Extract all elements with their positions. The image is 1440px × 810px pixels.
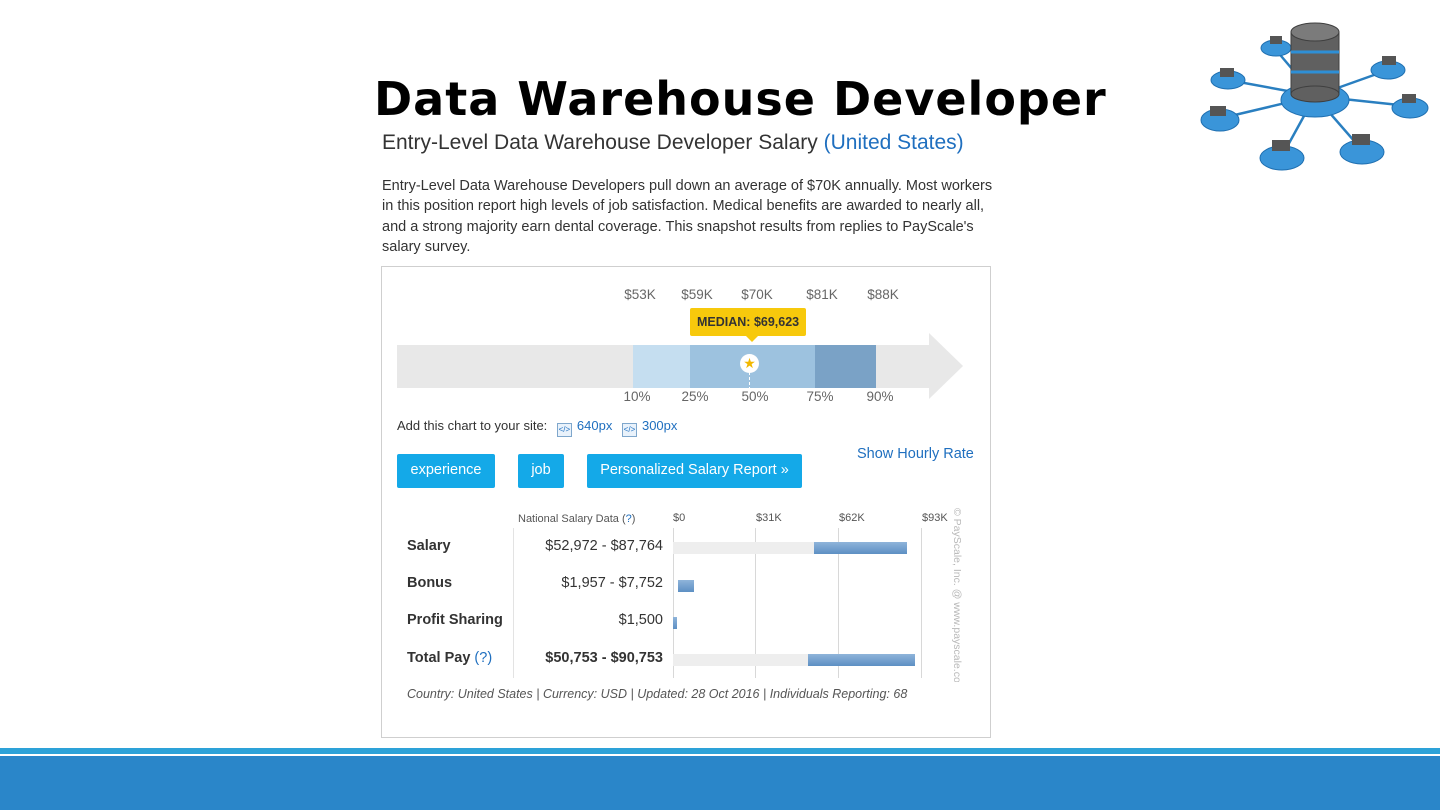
embed-300-link[interactable]: 300px: [642, 418, 677, 433]
database-network-icon: [1200, 22, 1429, 171]
range-bar-bonus: [678, 580, 694, 592]
axis-tick-0: $0: [673, 512, 686, 524]
grid-line: [921, 528, 922, 678]
percentile-label-10: 10%: [623, 389, 651, 404]
percentile-label-50: 50%: [741, 389, 769, 404]
total-pay-help-link[interactable]: (?): [474, 650, 492, 666]
show-hourly-rate-link[interactable]: Show Hourly Rate: [857, 446, 974, 462]
axis-tick-31k: $31K: [756, 512, 782, 524]
embed-icon[interactable]: </>: [556, 423, 572, 437]
axis-tick-93k: $93K: [922, 512, 948, 524]
add-chart-label: Add this chart to your site:: [397, 418, 548, 433]
row-label-salary: Salary: [407, 538, 451, 554]
range-bar-total-pay: [808, 654, 915, 666]
embed-icon[interactable]: </>: [621, 423, 637, 437]
job-button[interactable]: job: [518, 454, 564, 488]
row-label-bonus: Bonus: [407, 575, 453, 591]
range-bar-salary: [814, 542, 908, 554]
value-label-p10: $53K: [624, 287, 656, 302]
percentile-segment-10-25: [633, 345, 690, 388]
star-icon: ★: [740, 354, 759, 373]
salary-subtitle: Entry-Level Data Warehouse Developer Sal…: [382, 131, 964, 155]
national-salary-header: National Salary Data (?): [518, 513, 635, 525]
percentile-label-75: 75%: [806, 389, 834, 404]
value-label-p50: $70K: [741, 287, 773, 302]
row-range-salary: $52,972 - $87,764: [545, 538, 663, 554]
row-label-profit-sharing: Profit Sharing: [407, 612, 503, 628]
row-range-profit-sharing: $1,500: [618, 612, 663, 628]
national-salary-close: ): [631, 513, 636, 525]
footer-band: [0, 756, 1440, 810]
range-track: [673, 542, 815, 554]
axis-tick-62k: $62K: [839, 512, 865, 524]
row-range-total-pay: $50,753 - $90,753: [545, 650, 663, 666]
percentile-label-90: 90%: [866, 389, 894, 404]
table-divider: [513, 528, 514, 678]
salary-chart-panel: [381, 266, 991, 738]
subtitle-text: Entry-Level Data Warehouse Developer Sal…: [382, 131, 818, 154]
embed-640-link[interactable]: 640px: [577, 418, 612, 433]
range-bar-profit-sharing: [673, 617, 677, 629]
total-pay-label: Total Pay: [407, 650, 471, 666]
copyright-watermark: © PayScale, Inc. @ www.payscale.com: [951, 508, 963, 682]
row-range-bonus: $1,957 - $7,752: [561, 575, 663, 591]
experience-button[interactable]: experience: [397, 454, 495, 488]
value-label-p90: $88K: [867, 287, 899, 302]
row-label-total-pay: Total Pay (?): [407, 650, 492, 666]
location-link[interactable]: (United States): [824, 131, 964, 154]
slide-title: Data Warehouse Developer: [374, 72, 1107, 126]
personalized-salary-report-button[interactable]: Personalized Salary Report »: [587, 454, 802, 488]
percentile-track-arrow: [929, 333, 963, 399]
percentile-segment-75-90: [815, 345, 876, 388]
percentile-label-25: 25%: [681, 389, 709, 404]
median-line: [749, 372, 750, 390]
data-footer-note: Country: United States | Currency: USD |…: [407, 687, 908, 701]
value-label-p25: $59K: [681, 287, 713, 302]
salary-description: Entry-Level Data Warehouse Developers pu…: [382, 178, 993, 255]
value-label-p75: $81K: [806, 287, 838, 302]
national-salary-label: National Salary Data (: [518, 513, 626, 525]
footer-accent-line: [0, 748, 1440, 754]
range-track: [673, 654, 809, 666]
median-badge: MEDIAN: $69,623: [690, 308, 807, 342]
add-chart-row: Add this chart to your site: </> 640px </…: [397, 418, 677, 437]
copyright-text: © PayScale, Inc. @ www.payscale.com: [951, 508, 963, 682]
